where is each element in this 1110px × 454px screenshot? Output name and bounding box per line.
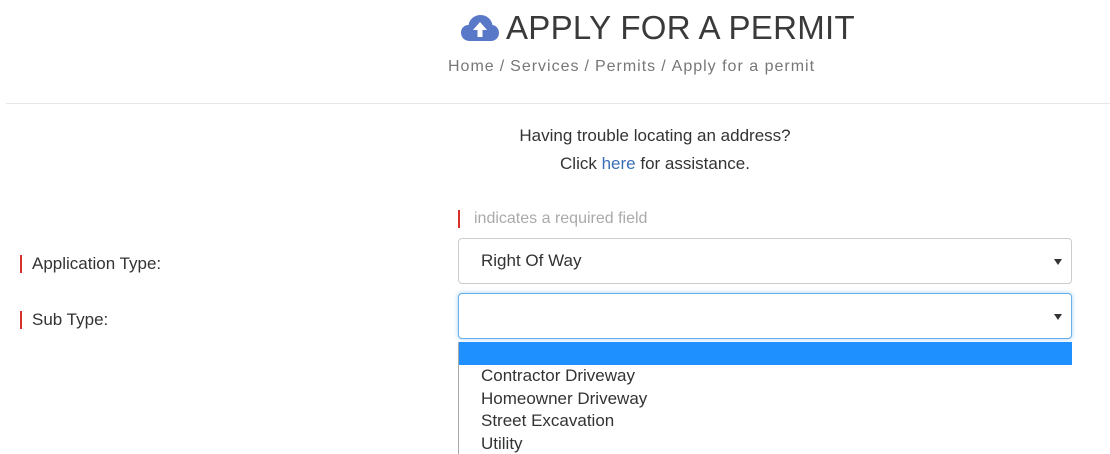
sub-type-option-homeowner-driveway[interactable]: Homeowner Driveway	[459, 388, 1072, 411]
application-type-select[interactable]: Right Of Way	[458, 238, 1072, 284]
required-marker	[458, 210, 460, 228]
breadcrumb-separator: /	[661, 58, 667, 75]
application-type-label: Application Type:	[20, 254, 161, 274]
sub-type-option-street-excavation[interactable]: Street Excavation	[459, 410, 1072, 433]
application-type-label-text: Application Type:	[32, 254, 162, 273]
breadcrumb-services[interactable]: Services	[510, 58, 579, 75]
sub-type-dropdown-list: Contractor Driveway Homeowner Driveway S…	[458, 342, 1072, 454]
sub-type-label-text: Sub Type:	[32, 310, 109, 329]
header-divider	[6, 103, 1110, 104]
page-title: APPLY FOR A PERMIT	[460, 8, 855, 48]
application-type-value: Right Of Way	[481, 251, 582, 270]
breadcrumb-permits[interactable]: Permits	[595, 58, 656, 75]
breadcrumb: Home / Services / Permits / Apply for a permit	[448, 58, 815, 76]
required-field-note: indicates a required field	[458, 210, 647, 228]
address-help-line2: Click here for assistance.	[440, 150, 870, 178]
breadcrumb-separator: /	[584, 58, 590, 75]
dropdown-arrow-icon	[1054, 314, 1062, 320]
breadcrumb-current: Apply for a permit	[671, 58, 816, 75]
sub-type-option-blank[interactable]	[459, 342, 1072, 365]
sub-type-option-contractor-driveway[interactable]: Contractor Driveway	[459, 365, 1072, 388]
page-header: APPLY FOR A PERMIT Home / Services / Permits…	[0, 0, 1110, 104]
dropdown-arrow-icon	[1054, 259, 1062, 265]
page-title-text: APPLY FOR A PERMIT	[506, 9, 855, 46]
address-help-suffix: for assistance.	[640, 154, 750, 173]
required-note-text: indicates a required field	[474, 210, 648, 227]
sub-type-select[interactable]	[458, 293, 1072, 339]
address-help-prefix: Click	[560, 154, 597, 173]
help-here-link[interactable]: here	[602, 154, 636, 173]
required-marker	[20, 311, 22, 329]
cloud-upload-icon	[461, 15, 499, 41]
address-help: Having trouble locating an address? Clic…	[440, 122, 870, 178]
breadcrumb-separator: /	[499, 58, 506, 75]
sub-type-option-utility[interactable]: Utility	[459, 433, 1072, 454]
address-help-line1: Having trouble locating an address?	[519, 126, 791, 145]
breadcrumb-home[interactable]: Home	[448, 58, 495, 75]
sub-type-label: Sub Type:	[20, 310, 108, 330]
required-marker	[20, 255, 22, 273]
